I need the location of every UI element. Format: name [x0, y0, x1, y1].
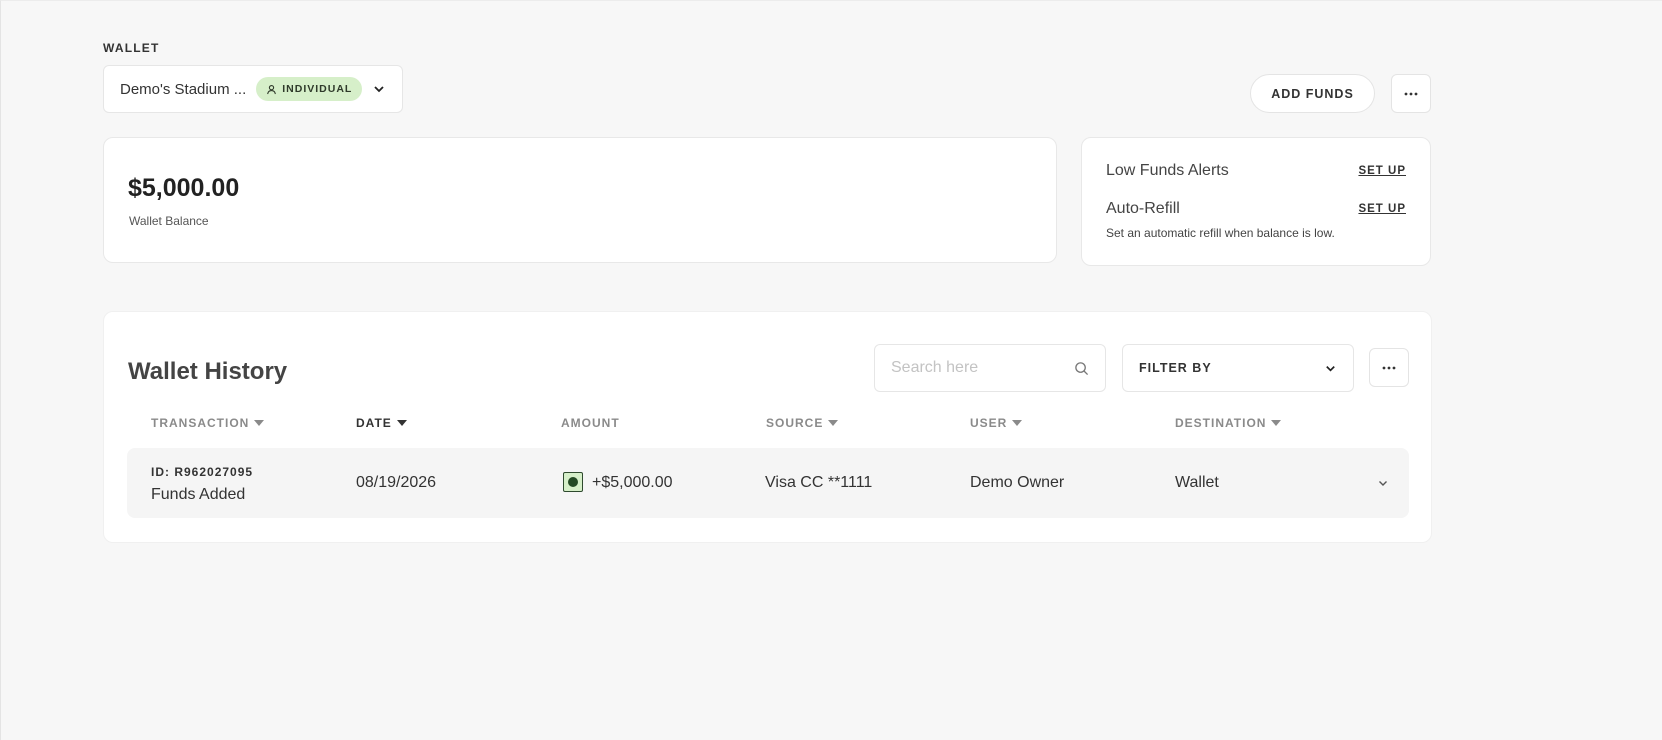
- search-input[interactable]: [891, 359, 1071, 377]
- wallet-page: WALLET Demo's Stadium ... INDIVIDUAL ADD…: [0, 0, 1662, 740]
- column-header-amount: AMOUNT: [561, 416, 620, 430]
- transaction-user: Demo Owner: [970, 474, 1065, 491]
- wallet-balance-amount: $5,000.00: [128, 174, 240, 202]
- deposit-icon: [563, 472, 583, 492]
- user-icon: [267, 84, 277, 94]
- low-funds-setup-link[interactable]: SET UP: [1358, 165, 1406, 177]
- column-header-transaction[interactable]: TRANSACTION: [151, 416, 265, 430]
- transaction-amount: +$5,000.00: [592, 474, 673, 491]
- table-row[interactable]: ID: R962027095 Funds Added 08/19/2026 +$…: [127, 448, 1409, 518]
- transaction-date: 08/19/2026: [356, 474, 437, 491]
- wallet-section-label: WALLET: [103, 41, 160, 55]
- column-header-label: SOURCE: [766, 416, 824, 430]
- wallet-history-title: Wallet History: [128, 358, 288, 385]
- transaction-source: Visa CC **1111: [765, 474, 873, 491]
- caret-down-icon: [254, 420, 265, 426]
- column-header-label: TRANSACTION: [151, 416, 250, 430]
- wallet-name: Demo's Stadium ...: [120, 80, 247, 98]
- column-header-label: AMOUNT: [561, 416, 620, 430]
- search-field[interactable]: [874, 344, 1106, 392]
- column-header-date[interactable]: DATE: [356, 416, 407, 430]
- auto-refill-title: Auto-Refill: [1106, 200, 1180, 217]
- column-header-label: DATE: [356, 416, 392, 430]
- more-horizontal-icon: [1382, 366, 1396, 369]
- caret-down-icon: [396, 420, 407, 426]
- alerts-card: Low Funds Alerts SET UP Auto-Refill SET …: [1081, 137, 1431, 266]
- filter-by-label: FILTER BY: [1139, 361, 1212, 375]
- column-header-source[interactable]: SOURCE: [766, 416, 839, 430]
- wallet-type-badge: INDIVIDUAL: [256, 77, 363, 101]
- wallet-more-button[interactable]: [1391, 74, 1431, 113]
- low-funds-alert-row: Low Funds Alerts SET UP: [1106, 162, 1406, 180]
- column-header-destination[interactable]: DESTINATION: [1175, 416, 1282, 430]
- more-horizontal-icon: [1404, 92, 1418, 95]
- wallet-selector[interactable]: Demo's Stadium ... INDIVIDUAL: [103, 65, 403, 113]
- wallet-history-card: Wallet History FILTER BY TRANSACTION DAT…: [103, 311, 1432, 543]
- caret-down-icon: [828, 420, 839, 426]
- column-header-user[interactable]: USER: [970, 416, 1023, 430]
- caret-down-icon: [1271, 420, 1282, 426]
- auto-refill-row: Auto-Refill SET UP: [1106, 200, 1406, 218]
- column-header-label: DESTINATION: [1175, 416, 1267, 430]
- filter-by-dropdown[interactable]: FILTER BY: [1122, 344, 1354, 392]
- auto-refill-description: Set an automatic refill when balance is …: [1106, 226, 1335, 240]
- caret-down-icon: [1012, 420, 1023, 426]
- transaction-id: ID: R962027095: [151, 465, 254, 479]
- auto-refill-setup-link[interactable]: SET UP: [1358, 203, 1406, 215]
- wallet-type-badge-label: INDIVIDUAL: [282, 83, 353, 95]
- chevron-down-icon[interactable]: [372, 82, 386, 96]
- history-more-button[interactable]: [1369, 348, 1409, 387]
- column-header-label: USER: [970, 416, 1008, 430]
- transaction-destination: Wallet: [1175, 474, 1219, 491]
- low-funds-alert-title: Low Funds Alerts: [1106, 162, 1229, 179]
- chevron-down-icon: [1326, 365, 1335, 372]
- add-funds-button[interactable]: ADD FUNDS: [1250, 74, 1375, 113]
- balance-card: $5,000.00 Wallet Balance: [103, 137, 1057, 263]
- search-icon[interactable]: [1074, 361, 1089, 376]
- chevron-down-icon[interactable]: [1377, 477, 1389, 489]
- wallet-balance-label: Wallet Balance: [129, 214, 209, 228]
- transaction-type: Funds Added: [151, 486, 246, 503]
